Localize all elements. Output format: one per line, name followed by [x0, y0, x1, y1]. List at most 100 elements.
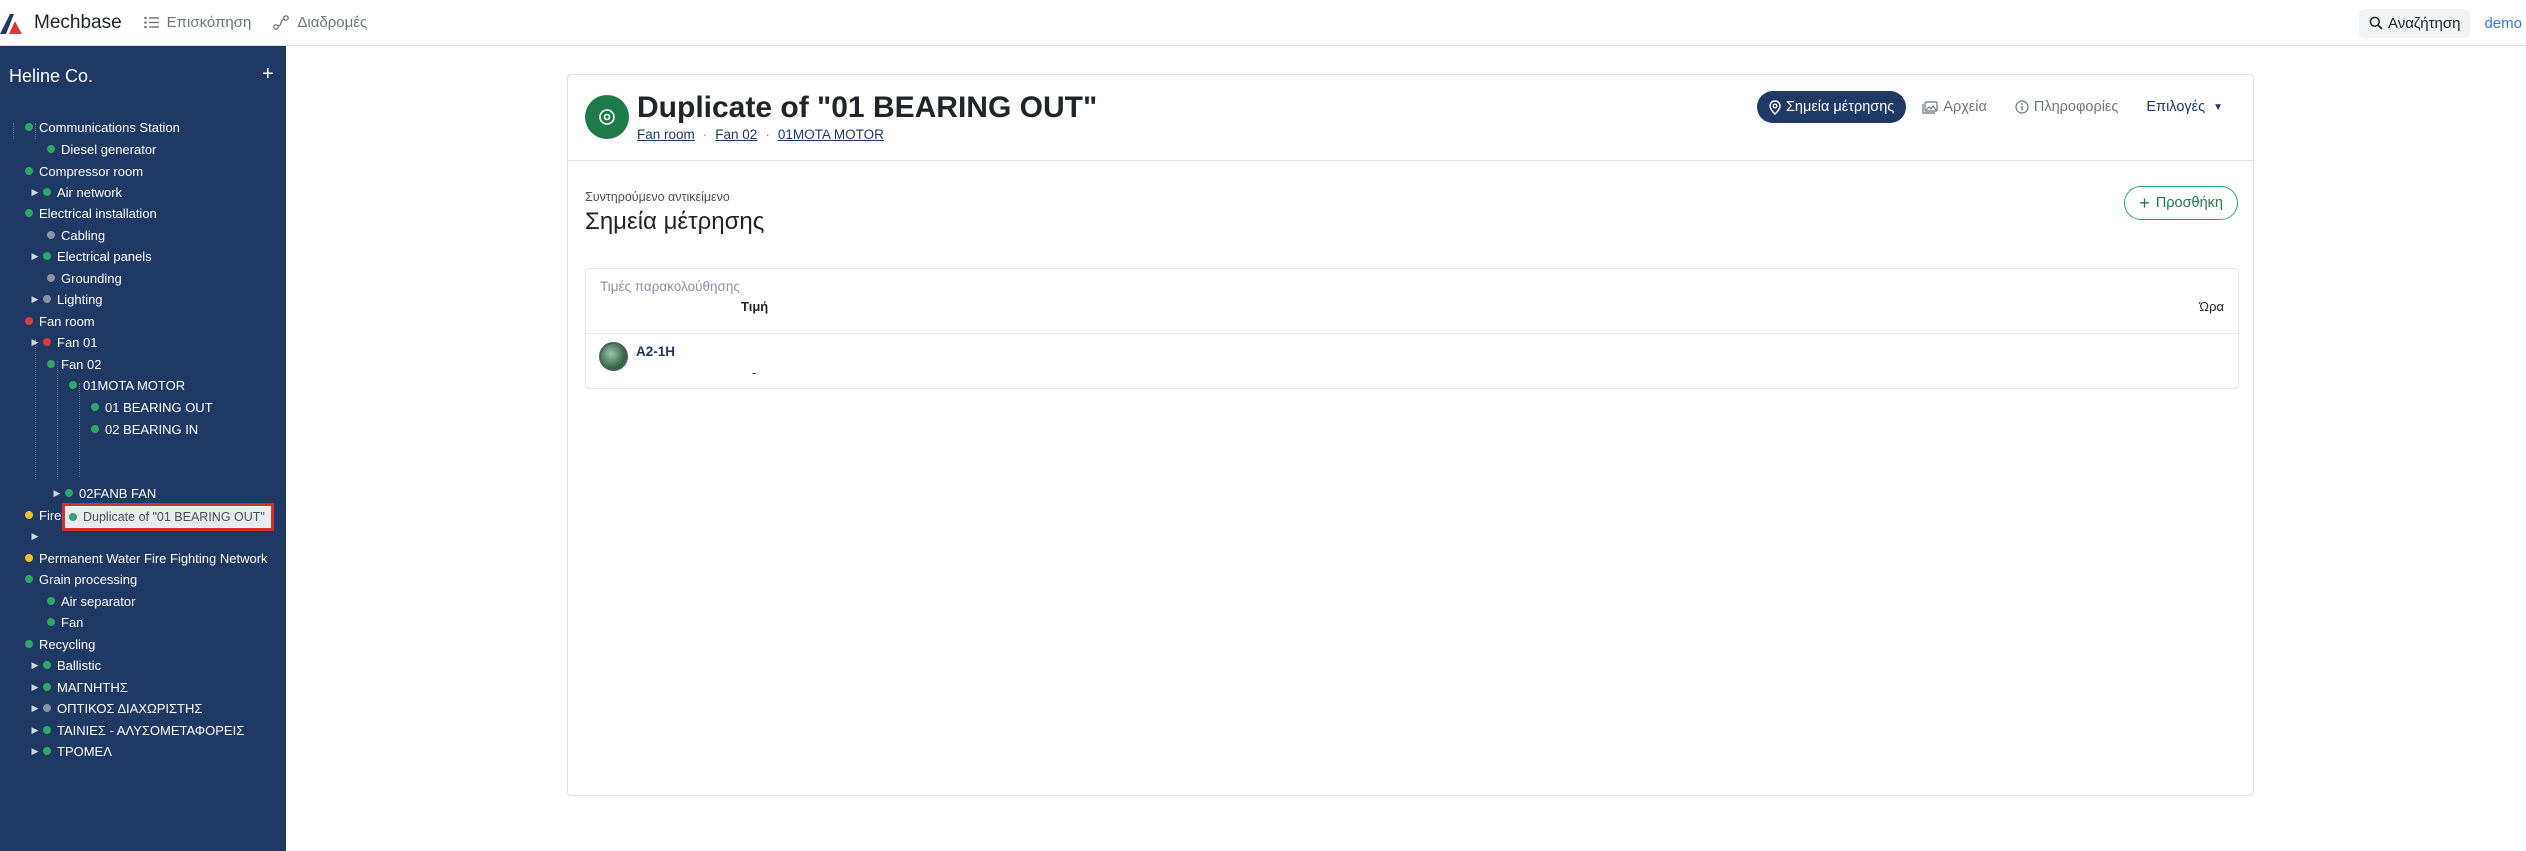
tree-node[interactable]: Fan room	[25, 311, 95, 331]
tree-node-label: Fan 01	[57, 334, 98, 350]
breadcrumb-fan-room[interactable]: Fan room	[637, 127, 695, 142]
tab-files-label: Αρχεία	[1943, 99, 1987, 115]
tree-node[interactable]: Communications Station	[25, 117, 180, 137]
tree-node-label: Communications Station	[39, 119, 180, 135]
status-dot	[47, 597, 55, 605]
expand-caret-icon[interactable]: ▶	[31, 682, 39, 693]
tree-node[interactable]: Cabling	[47, 225, 105, 245]
status-dot	[43, 252, 51, 260]
tab-info[interactable]: Πληροφορίες	[2003, 91, 2131, 123]
tree-node-label: Compressor room	[39, 163, 144, 179]
measurement-table: Τιμές παρακολούθησης Τιμή Ώρα A2-1H -	[585, 268, 2239, 389]
user-menu[interactable]: demo	[2484, 15, 2522, 32]
status-dot	[65, 489, 73, 497]
search-button[interactable]: Αναζήτηση	[2359, 8, 2471, 38]
status-dot	[25, 209, 33, 217]
tree-node-label: 01 BEARING OUT	[105, 399, 213, 415]
column-header-value: Τιμή	[741, 299, 769, 314]
tree-node-label: Diesel generator	[61, 141, 157, 157]
tree-node[interactable]: Fan 02	[47, 354, 101, 374]
status-dot	[43, 747, 51, 755]
tree-node[interactable]: ▶ 02FANB FAN	[53, 483, 157, 503]
breadcrumb-separator: ·	[765, 127, 770, 142]
status-dot	[47, 231, 55, 239]
measurement-point-link[interactable]: A2-1H	[636, 344, 675, 359]
tree-node[interactable]: ▶ Lighting	[31, 289, 103, 309]
expand-caret-icon[interactable]: ▶	[31, 251, 39, 262]
tree-node[interactable]: ▶ ΤΡΟΜΕΛ	[31, 741, 112, 761]
expand-caret-icon[interactable]: ▶	[31, 746, 39, 757]
tree-node[interactable]: ▶ ΟΠΤΙΚΟΣ ΔΙΑΧΩΡΙΣΤΗΣ	[31, 698, 203, 718]
nav-routes[interactable]: Διαδρομές	[273, 14, 367, 31]
expand-caret-icon[interactable]: ▶	[31, 337, 39, 348]
tree-node-selected[interactable]: Duplicate of "01 BEARING OUT"	[62, 503, 274, 531]
expand-caret-icon[interactable]: ▶	[31, 703, 39, 714]
tree-node-label: 02FANB FAN	[79, 485, 157, 501]
status-dot	[47, 274, 55, 282]
expand-caret-icon[interactable]: ▶	[31, 294, 39, 305]
top-right: Αναζήτηση demo	[2359, 0, 2526, 46]
nav-overview[interactable]: Επισκόπηση	[143, 14, 252, 31]
status-dot	[43, 661, 51, 669]
tree-node[interactable]: 01 BEARING OUT	[91, 397, 213, 417]
tree-node[interactable]: ▶ Electrical panels	[31, 246, 152, 266]
tree-node-label: Grain processing	[39, 571, 138, 587]
tree-node-label: Ballistic	[57, 657, 102, 673]
add-button[interactable]: + Προσθήκη	[2124, 186, 2238, 220]
tree-node[interactable]: Electrical installation	[25, 203, 157, 223]
object-card: Duplicate of "01 BEARING OUT" Fan room ·…	[567, 74, 2254, 796]
expand-caret-icon[interactable]: ▶	[31, 531, 39, 542]
tree-node[interactable]: 01MOTA MOTOR	[69, 375, 185, 395]
object-tabs: Σημεία μέτρησης Αρχεία Πληροφορίες Επιλο…	[1753, 91, 2235, 123]
tree-node[interactable]: 02 BEARING IN	[91, 419, 198, 439]
tree-node[interactable]: Grounding	[47, 268, 122, 288]
tab-options-dropdown[interactable]: Επιλογές ▼	[2134, 91, 2235, 123]
tree-node[interactable]: Air separator	[47, 591, 135, 611]
tree-node-label: ΜΑΓΝΗΤΗΣ	[57, 679, 128, 695]
tree-node-label: ΟΠΤΙΚΟΣ ΔΙΑΧΩΡΙΣΤΗΣ	[57, 700, 203, 716]
expand-caret-icon[interactable]: ▶	[31, 187, 39, 198]
table-caption: Τιμές παρακολούθησης	[600, 279, 740, 294]
tree-node[interactable]: ▶ Fan 01	[31, 332, 98, 352]
expand-caret-icon[interactable]: ▶	[31, 725, 39, 736]
tree-node[interactable]: ▶ ΤΑΙΝΙΕΣ - ΑΛΥΣΟΜΕΤΑΦΟΡΕΙΣ	[31, 720, 245, 740]
target-icon	[599, 109, 615, 125]
tree-node[interactable]: Recycling	[25, 634, 95, 654]
tree-node-empty[interactable]: ▶	[31, 526, 43, 546]
tab-options-label: Επιλογές	[2146, 99, 2206, 115]
status-dot	[69, 513, 77, 521]
nav-routes-label: Διαδρομές	[297, 14, 368, 31]
status-dot	[25, 511, 33, 519]
tree-node[interactable]: ▶ Ballistic	[31, 655, 102, 675]
add-button-label: Προσθήκη	[2155, 195, 2223, 211]
tree-node[interactable]: Diesel generator	[47, 139, 156, 159]
tree-guide	[57, 361, 58, 479]
brand[interactable]: Mechbase	[0, 0, 122, 46]
caret-down-icon: ▼	[2213, 101, 2223, 113]
tree-node[interactable]: Compressor room	[25, 161, 143, 181]
status-dot	[47, 360, 55, 368]
status-dot	[43, 295, 51, 303]
plus-icon: +	[2139, 193, 2150, 213]
expand-caret-icon[interactable]: ▶	[53, 488, 61, 499]
status-dot	[43, 683, 51, 691]
tree-node[interactable]: ▶ ΜΑΓΝΗΤΗΣ	[31, 677, 128, 697]
tab-files[interactable]: Αρχεία	[1910, 91, 1999, 123]
tree-node[interactable]: Fan	[47, 612, 83, 632]
add-root-button[interactable]: +	[262, 64, 274, 84]
breadcrumb-fan-02[interactable]: Fan 02	[715, 127, 757, 142]
breadcrumb-motor[interactable]: 01MOTA MOTOR	[778, 127, 884, 142]
status-dot	[91, 403, 99, 411]
nav-overview-label: Επισκόπηση	[166, 14, 252, 31]
tab-measurement-points[interactable]: Σημεία μέτρησης	[1756, 91, 1907, 123]
status-dot	[25, 317, 33, 325]
tree-node-label: Fan 02	[61, 356, 102, 372]
tree-node[interactable]: Permanent Water Fire Fighting Network	[25, 548, 268, 568]
expand-caret-icon[interactable]: ▶	[31, 660, 39, 671]
tree-node[interactable]: ▶ Air network	[31, 182, 123, 202]
tree-node[interactable]: Grain processing	[25, 569, 137, 589]
section-title: Σημεία μέτρησης	[585, 208, 765, 235]
status-dot	[69, 381, 77, 389]
status-dot	[91, 425, 99, 433]
app-name: Mechbase	[34, 11, 122, 33]
